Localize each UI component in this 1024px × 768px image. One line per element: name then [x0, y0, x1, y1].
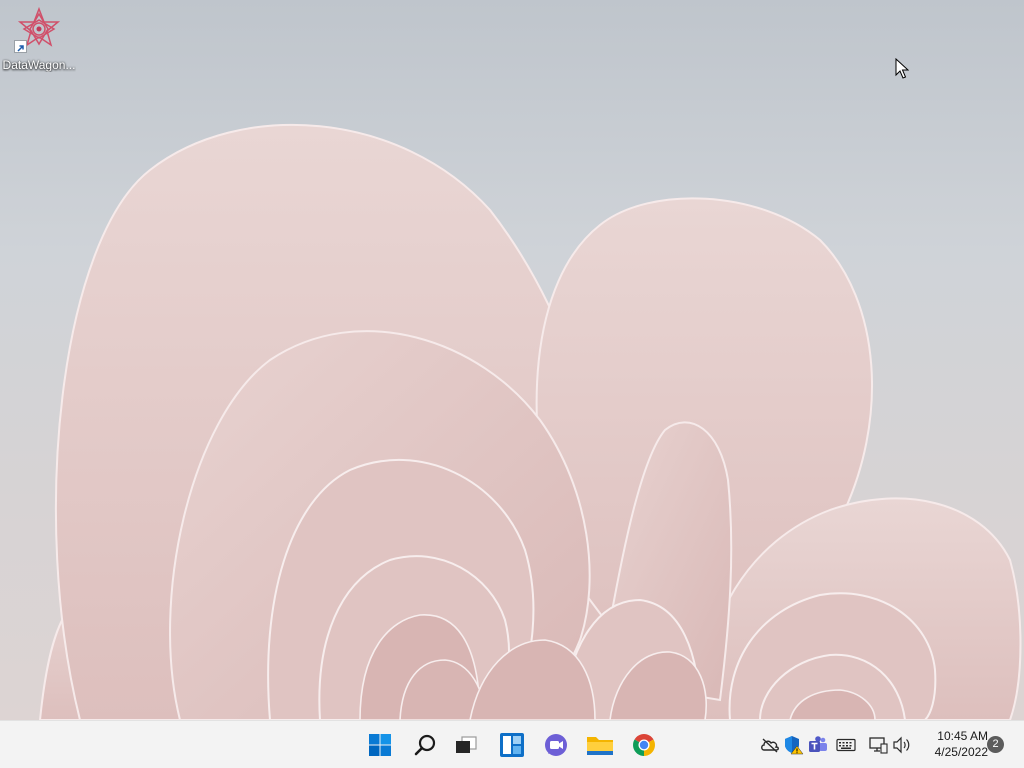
chat-button[interactable] — [536, 725, 576, 765]
teams-icon — [809, 736, 827, 752]
security-warning-icon — [785, 736, 804, 755]
notification-badge[interactable]: 2 — [987, 736, 1004, 753]
start-button[interactable] — [360, 725, 400, 765]
taskbar-clock[interactable]: 10:45 AM 4/25/2022 — [916, 728, 988, 760]
task-view-button[interactable] — [446, 725, 486, 765]
clock-time: 10:45 AM — [937, 729, 988, 743]
search-icon — [414, 734, 436, 756]
desktop-icon-label: DataWagon... — [2, 58, 76, 72]
tray-touch-keyboard[interactable] — [836, 735, 856, 755]
search-button[interactable] — [405, 725, 445, 765]
wallpaper — [38, 123, 1022, 720]
taskbar: 10:45 AM 4/25/2022 2 — [0, 720, 1024, 768]
chat-icon — [545, 734, 567, 756]
tray-windows-security[interactable] — [784, 735, 804, 755]
tray-volume[interactable] — [892, 735, 912, 755]
chrome-button[interactable] — [624, 725, 664, 765]
widgets-icon — [500, 733, 524, 757]
tray-network[interactable] — [868, 735, 888, 755]
desktop-shortcut-datawagon[interactable]: DataWagon... — [2, 6, 76, 76]
network-icon — [869, 737, 888, 754]
file-explorer-button[interactable] — [580, 725, 620, 765]
clock-date: 4/25/2022 — [934, 745, 988, 759]
mouse-cursor-icon — [895, 58, 909, 79]
desktop[interactable]: DataWagon... — [0, 0, 1024, 720]
tray-teams[interactable] — [808, 735, 828, 755]
folder-icon — [587, 737, 613, 755]
task-view-icon — [456, 736, 477, 753]
shortcut-arrow-icon — [14, 40, 27, 53]
windows-logo-icon — [369, 734, 391, 756]
widgets-button[interactable] — [492, 725, 532, 765]
chrome-icon — [633, 734, 655, 756]
volume-icon — [893, 736, 910, 754]
tray-onedrive[interactable] — [760, 735, 780, 755]
onedrive-offline-icon — [761, 738, 779, 753]
keyboard-icon — [836, 738, 856, 752]
